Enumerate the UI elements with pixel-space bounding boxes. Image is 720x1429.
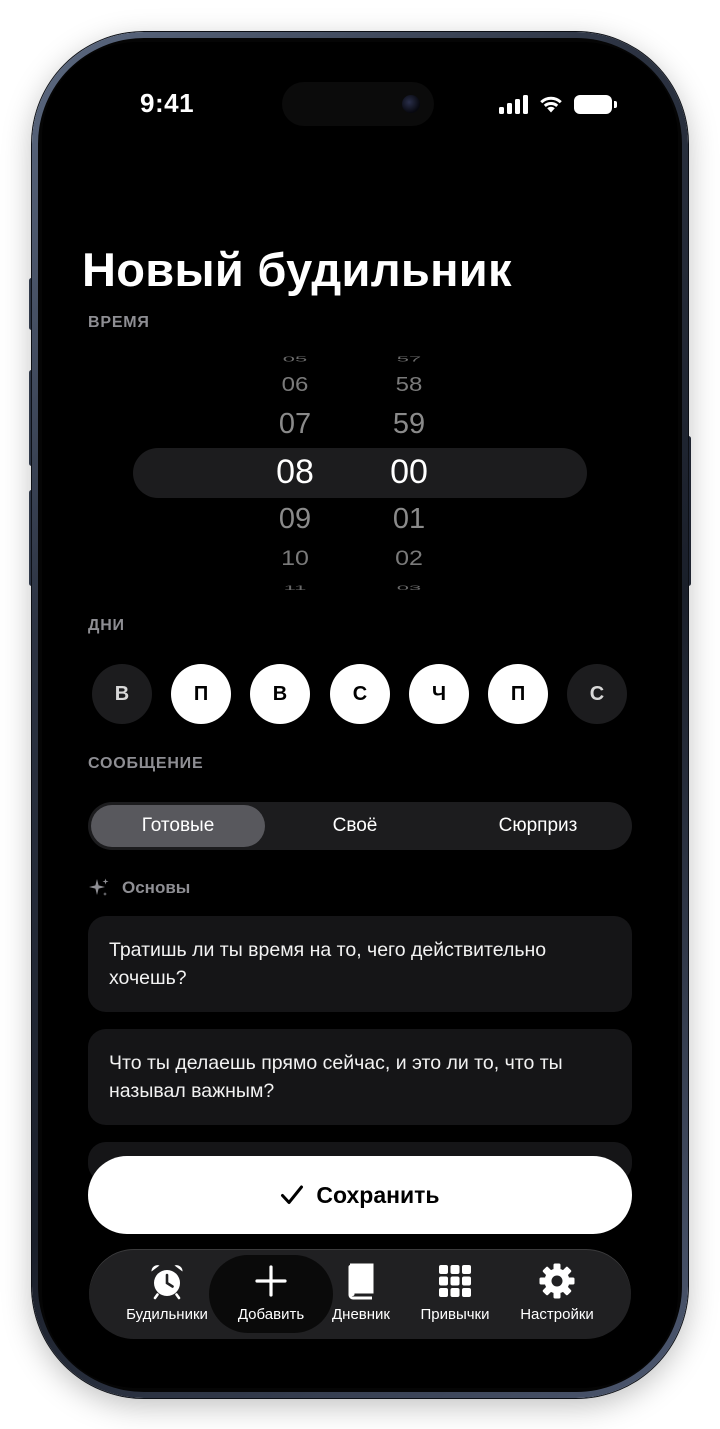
front-camera: [402, 95, 420, 113]
minute-option[interactable]: 03: [369, 584, 449, 592]
message-section-label: СООБЩЕНИЕ: [88, 755, 204, 772]
category-header: Основы: [88, 877, 190, 899]
cellular-signal-icon: [499, 94, 528, 114]
minute-option[interactable]: 01: [369, 503, 449, 536]
day-toggle-thursday[interactable]: Ч: [409, 664, 469, 724]
hour-option[interactable]: 11: [255, 584, 335, 592]
tab-label: Добавить: [237, 1306, 305, 1323]
alarm-clock-icon: [151, 1265, 183, 1300]
day-toggle-sunday[interactable]: В: [92, 664, 152, 724]
time-picker[interactable]: 05 06 07 08 09 10 11 57 58 59 00 01 02 0…: [133, 352, 587, 592]
tab-label: Привычки: [420, 1306, 490, 1323]
segment-custom[interactable]: Своё: [268, 805, 442, 847]
day-toggle-monday[interactable]: П: [171, 664, 231, 724]
day-toggle-tuesday[interactable]: В: [250, 664, 310, 724]
minute-selected[interactable]: 00: [369, 453, 449, 492]
status-time: 9:41: [140, 88, 195, 118]
minute-option[interactable]: 58: [369, 373, 449, 397]
gear-icon: [539, 1263, 575, 1299]
dynamic-island: [282, 82, 434, 126]
page-title: Новый будильник: [82, 243, 512, 296]
hour-option[interactable]: 09: [255, 503, 335, 536]
message-text: Что ты делаешь прямо сейчас, и это ли то…: [109, 1052, 563, 1102]
message-card[interactable]: Что ты делаешь прямо сейчас, и это ли то…: [88, 1029, 632, 1125]
plus-icon: [255, 1265, 287, 1297]
hour-option[interactable]: 10: [255, 546, 335, 571]
message-text: Тратишь ли ты время на то, чего действит…: [109, 939, 547, 989]
days-section-label: ДНИ: [88, 617, 125, 634]
hour-option[interactable]: 07: [255, 408, 335, 441]
category-label: Основы: [122, 878, 191, 897]
tab-label: Дневник: [332, 1306, 390, 1323]
checkmark-icon: [281, 1185, 304, 1204]
battery-icon: [574, 94, 617, 114]
tab-habits[interactable]: Привычки: [400, 1262, 510, 1323]
segment-ready[interactable]: Готовые: [91, 805, 265, 847]
minute-option[interactable]: 59: [369, 408, 449, 441]
hour-selected[interactable]: 08: [255, 453, 335, 492]
status-icons: [499, 94, 617, 114]
segment-surprise[interactable]: Сюрприз: [448, 805, 628, 847]
message-type-segmented-control: Готовые Своё Сюрприз: [88, 802, 632, 850]
day-toggle-wednesday[interactable]: С: [330, 664, 390, 724]
day-toggle-friday[interactable]: П: [488, 664, 548, 724]
day-toggle-saturday[interactable]: С: [567, 664, 627, 724]
hour-option[interactable]: 05: [255, 354, 335, 363]
message-card[interactable]: Тратишь ли ты время на то, чего действит…: [88, 916, 632, 1012]
grid-icon: [439, 1265, 471, 1297]
book-icon: [348, 1263, 374, 1300]
save-button[interactable]: Сохранить: [88, 1156, 632, 1234]
time-section-label: ВРЕМЯ: [88, 314, 150, 331]
minute-option[interactable]: 57: [369, 354, 449, 363]
hour-option[interactable]: 06: [255, 373, 335, 397]
sparkles-icon: [89, 878, 109, 896]
wifi-icon: [540, 96, 562, 113]
phone-screen: 9:41 Новый будильник ВРЕМЯ 05 06 07 08 0…: [42, 42, 678, 1388]
tab-settings[interactable]: Настройки: [502, 1262, 612, 1323]
minute-option[interactable]: 02: [369, 546, 449, 571]
tab-label: Настройки: [520, 1306, 594, 1323]
tab-label: Будильники: [126, 1306, 208, 1323]
save-button-label: Сохранить: [316, 1181, 440, 1208]
tab-alarms[interactable]: Будильники: [112, 1262, 222, 1323]
